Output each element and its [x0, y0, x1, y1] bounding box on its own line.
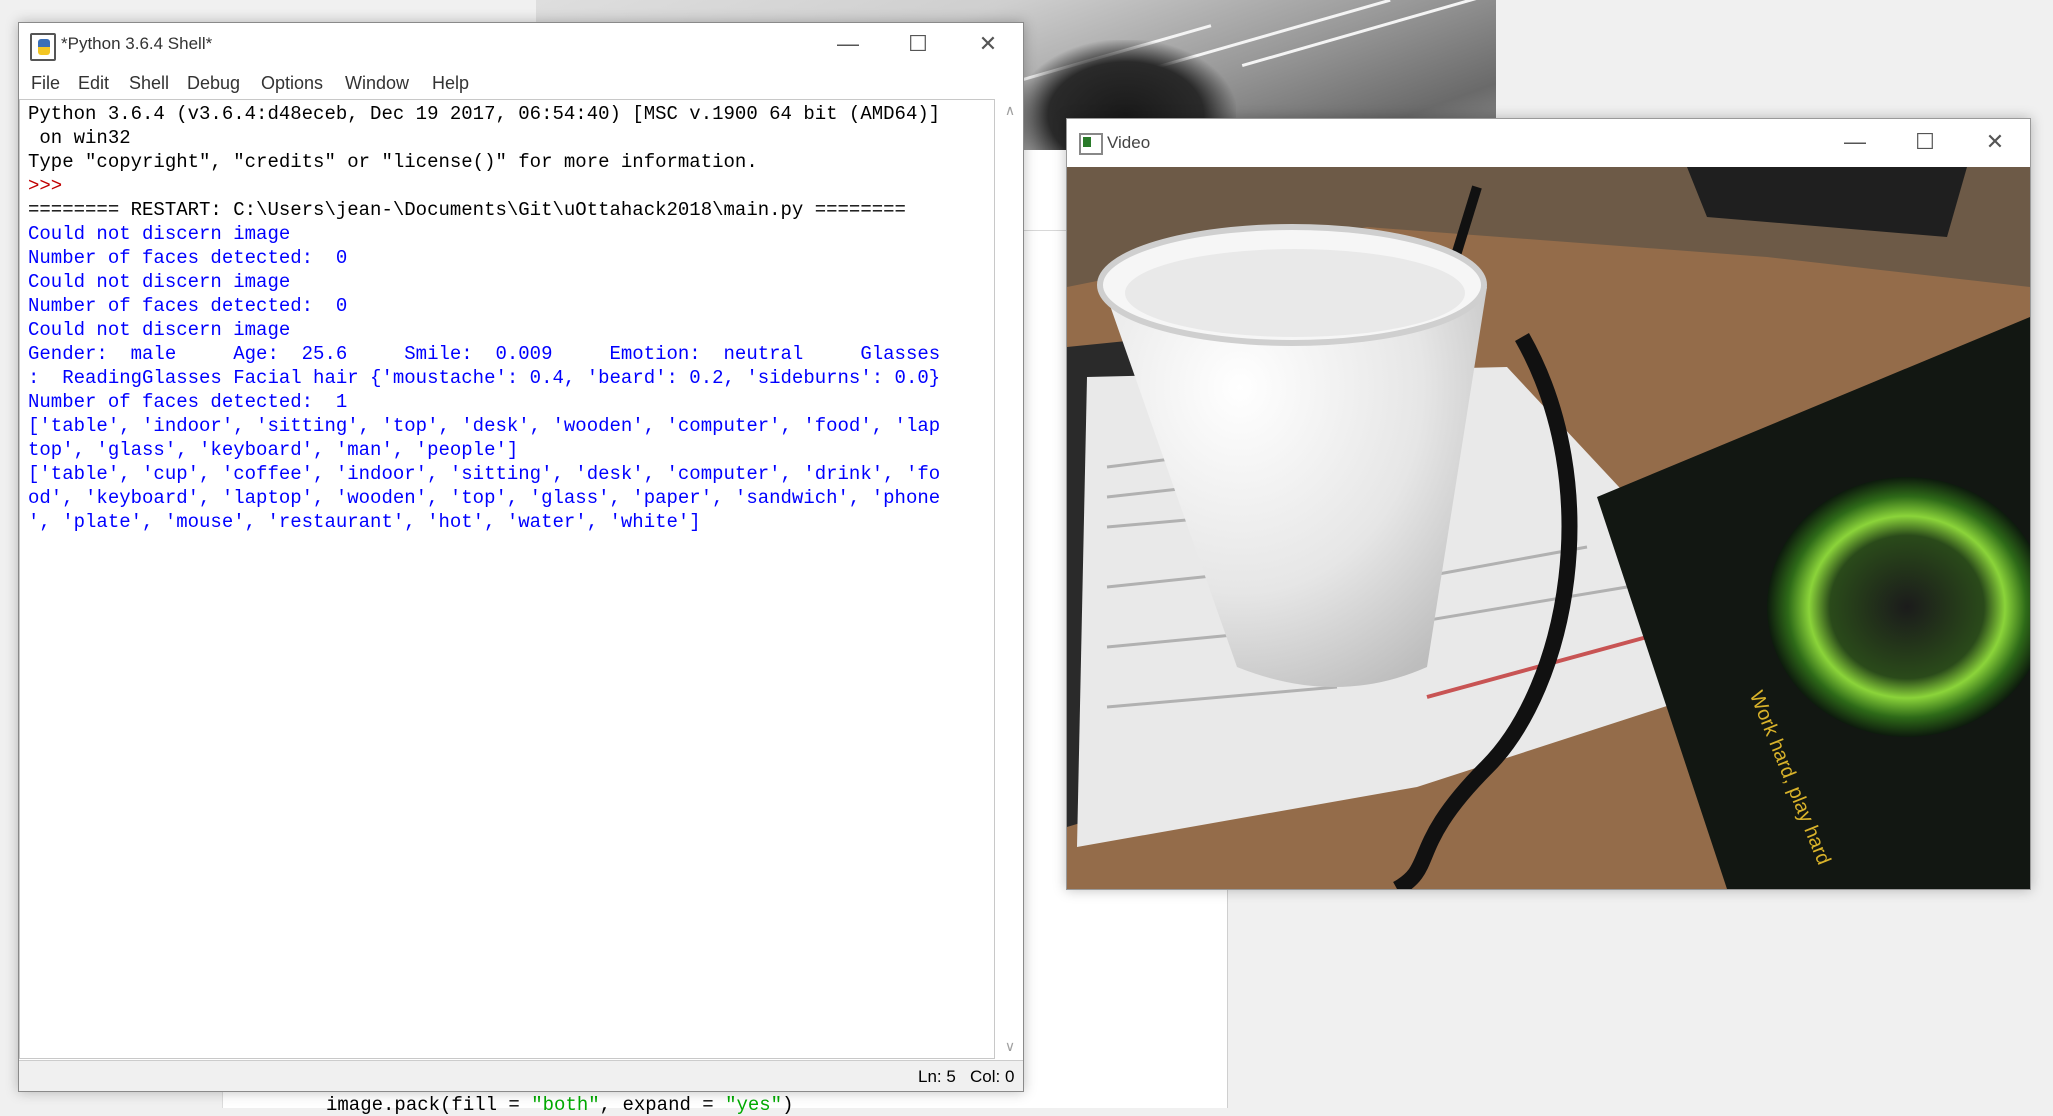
shell-line: Could not discern image [28, 223, 291, 245]
shell-line: top', 'glass', 'keyboard', 'man', 'peopl… [28, 439, 519, 461]
minimize-icon[interactable]: — [813, 23, 883, 67]
scroll-down-icon[interactable]: ∨ [1001, 1037, 1019, 1055]
scroll-up-icon[interactable]: ∧ [1001, 101, 1019, 119]
menu-file[interactable]: File [31, 73, 60, 94]
shell-line: on win32 [28, 127, 131, 149]
maximize-icon[interactable]: ☐ [883, 23, 953, 67]
video-app-icon [1079, 133, 1103, 155]
shell-line: Could not discern image [28, 319, 291, 341]
shell-line: Number of faces detected: 0 [28, 247, 348, 269]
shell-line: Number of faces detected: 0 [28, 295, 348, 317]
shell-line: ['table', 'indoor', 'sitting', 'top', 'd… [28, 415, 941, 437]
shell-line: Type "copyright", "credits" or "license(… [28, 151, 758, 173]
maximize-icon[interactable]: ☐ [1890, 119, 1960, 163]
shell-line: Gender: male Age: 25.6 Smile: 0.009 Emot… [28, 343, 941, 365]
video-frame: Work hard, play hard [1067, 167, 2030, 889]
shell-output-area[interactable]: Python 3.6.4 (v3.6.4:d48eceb, Dec 19 201… [19, 99, 995, 1059]
shell-line: ['table', 'cup', 'coffee', 'indoor', 'si… [28, 463, 941, 485]
vertical-scrollbar[interactable]: ∧ ∨ [997, 99, 1023, 1057]
shell-line: ', 'plate', 'mouse', 'restaurant', 'hot'… [28, 511, 701, 533]
menu-shell[interactable]: Shell [129, 73, 169, 94]
shell-line: Number of faces detected: 1 [28, 391, 348, 413]
shell-titlebar[interactable]: *Python 3.6.4 Shell* — ☐ ✕ [19, 23, 1023, 67]
menu-debug[interactable]: Debug [187, 73, 240, 94]
shell-line: Python 3.6.4 (v3.6.4:d48eceb, Dec 19 201… [28, 103, 941, 125]
python-shell-window[interactable]: *Python 3.6.4 Shell* — ☐ ✕ File Edit She… [18, 22, 1024, 1092]
line-number: Ln: 5 [918, 1067, 956, 1086]
menu-edit[interactable]: Edit [78, 73, 109, 94]
video-title: Video [1107, 133, 1151, 152]
close-icon[interactable]: ✕ [953, 23, 1023, 67]
webcam-image: Work hard, play hard [1067, 167, 2030, 889]
shell-line: od', 'keyboard', 'laptop', 'wooden', 'to… [28, 487, 941, 509]
shell-line: ======== RESTART: C:\Users\jean-\Documen… [28, 199, 906, 221]
python-idle-icon [30, 33, 56, 61]
minimize-icon[interactable]: — [1820, 119, 1890, 163]
shell-statusbar: Ln: 5 Col: 0 [19, 1060, 1023, 1091]
background-code-line: image.pack(fill = "both", expand = "yes"… [326, 1094, 794, 1116]
shell-line: : ReadingGlasses Facial hair {'moustache… [28, 367, 941, 389]
close-icon[interactable]: ✕ [1960, 119, 2030, 163]
menu-help[interactable]: Help [432, 73, 469, 94]
column-number: Col: 0 [970, 1067, 1015, 1086]
shell-title: *Python 3.6.4 Shell* [61, 34, 213, 53]
menu-window[interactable]: Window [345, 73, 409, 94]
shell-prompt: >>> [28, 175, 74, 197]
video-window[interactable]: Video — ☐ ✕ Work hard, play hard [1066, 118, 2031, 890]
menu-options[interactable]: Options [261, 73, 323, 94]
video-titlebar[interactable]: Video — ☐ ✕ [1067, 119, 2030, 167]
shell-line: Could not discern image [28, 271, 291, 293]
shell-menubar: File Edit Shell Debug Options Window Hel… [19, 67, 1023, 97]
